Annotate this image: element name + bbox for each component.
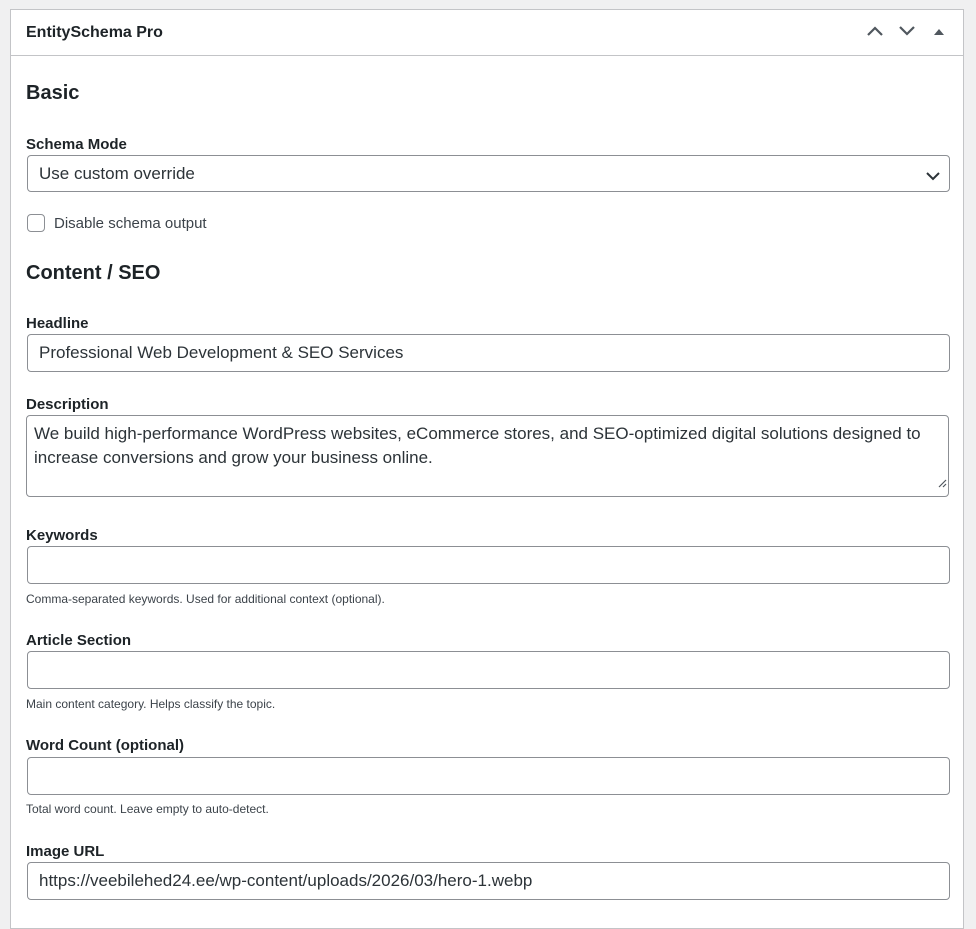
metabox-actions <box>859 15 955 51</box>
metabox-header: EntitySchema Pro <box>11 10 963 56</box>
toggle-panel-button[interactable] <box>923 15 955 51</box>
chevron-up-icon <box>866 25 884 40</box>
keywords-help-text: Comma-separated keywords. Used for addit… <box>26 592 385 606</box>
caret-up-icon <box>933 25 945 40</box>
metabox-title: EntitySchema Pro <box>26 23 163 41</box>
description-textarea[interactable]: We build high-performance WordPress webs… <box>26 415 949 497</box>
schema-mode-selected-value: Use custom override <box>39 164 195 183</box>
resize-handle-icon[interactable] <box>937 471 947 495</box>
headline-input[interactable] <box>27 334 950 372</box>
image-url-label: Image URL <box>26 843 105 860</box>
chevron-down-icon <box>898 25 916 40</box>
description-label: Description <box>26 396 109 413</box>
disable-output-label[interactable]: Disable schema output <box>54 215 207 232</box>
keywords-label: Keywords <box>26 527 98 544</box>
headline-label: Headline <box>26 315 89 332</box>
article-section-help-text: Main content category. Helps classify th… <box>26 697 276 711</box>
schema-mode-label: Schema Mode <box>26 136 127 153</box>
move-up-button[interactable] <box>859 15 891 51</box>
word-count-label: Word Count (optional) <box>26 737 185 754</box>
move-down-button[interactable] <box>891 15 923 51</box>
word-count-input[interactable] <box>27 757 950 795</box>
article-section-input[interactable] <box>27 651 950 689</box>
chevron-down-icon <box>926 168 940 186</box>
entityschema-metabox: EntitySchema Pro Basic Schema Mode Use c… <box>10 9 964 929</box>
disable-output-checkbox[interactable] <box>27 214 45 232</box>
description-text: We build high-performance WordPress webs… <box>34 424 921 467</box>
schema-mode-select[interactable]: Use custom override <box>27 155 950 192</box>
article-section-label: Article Section <box>26 632 132 649</box>
section-heading-basic: Basic <box>26 82 80 104</box>
disable-output-row: Disable schema output <box>27 214 207 232</box>
section-heading-content-seo: Content / SEO <box>26 262 161 284</box>
image-url-input[interactable] <box>27 862 950 900</box>
keywords-input[interactable] <box>27 546 950 584</box>
word-count-help-text: Total word count. Leave empty to auto-de… <box>26 802 269 816</box>
